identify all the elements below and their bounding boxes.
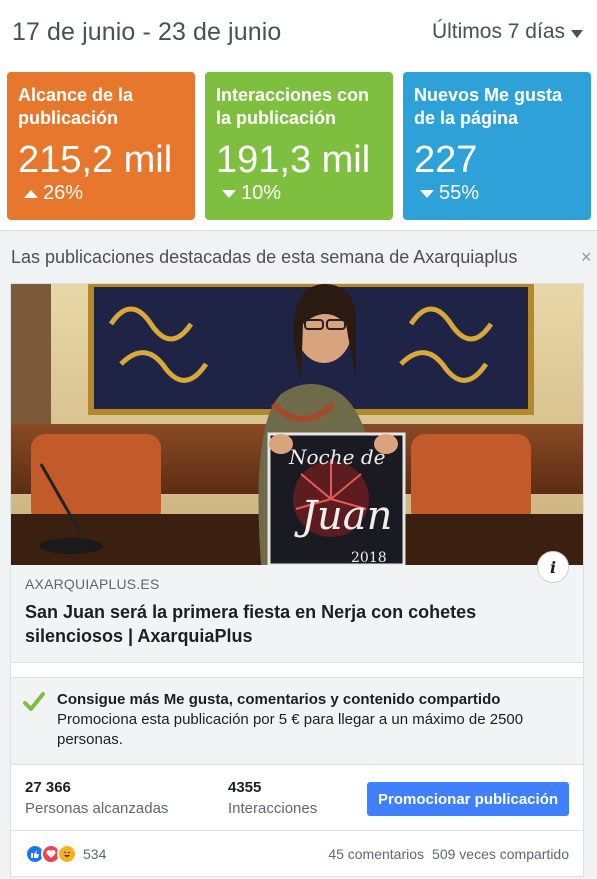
svg-text:2018: 2018 [351,550,387,565]
stat-title: Nuevos Me gusta de la página [414,85,563,128]
reactions-summary[interactable]: 534 [25,843,107,864]
close-icon[interactable]: × [581,247,597,268]
post-card: Noche de Juan 2018 i AXARQUIAPLUS.ES San… [10,283,584,877]
top-posts-panel: Las publicaciones destacadas de esta sem… [0,230,597,879]
panel-title: Las publicaciones destacadas de esta sem… [11,246,518,267]
stat-change-value: 26% [43,182,84,204]
stat-title: Interacciones con la publicación [216,85,370,128]
stat-card-page-likes[interactable]: Nuevos Me gusta de la página 227 55% [403,72,591,220]
check-icon [23,692,45,711]
arrow-down-icon [222,189,236,198]
stat-change-value: 55% [439,182,480,204]
metric-reached: 27 366 Personas alcanzadas [25,779,228,817]
link-preview[interactable]: AXARQUIAPLUS.ES San Juan será la primera… [11,565,583,663]
metric-label: Personas alcanzadas [25,799,169,817]
post-photo-illustration: Noche de Juan 2018 [11,284,583,565]
stat-change: 55% [414,182,581,205]
promo-title: Consigue más Me gusta, comentarios y con… [57,691,501,708]
stat-value: 227 [414,139,478,181]
stat-change-value: 10% [241,182,282,204]
panel-header: Las publicaciones destacadas de esta sem… [0,231,597,283]
arrow-up-icon [24,189,38,198]
arrow-down-icon [420,189,434,198]
link-title[interactable]: San Juan será la primera fiesta en Nerja… [25,600,569,648]
stat-value: 215,2 mil [18,139,173,181]
reaction-count: 534 [83,845,107,862]
post-metrics: 27 366 Personas alcanzadas 4355 Interacc… [11,764,583,830]
stat-title: Alcance de la publicación [18,85,134,128]
period-dropdown[interactable]: Últimos 7 días [432,20,583,44]
svg-text:Noche de: Noche de [288,445,385,469]
info-icon[interactable]: i [537,551,569,583]
stat-change: 10% [216,182,383,205]
date-range: 17 de junio - 23 de junio [12,17,282,46]
promote-post-button[interactable]: Promocionar publicación [367,782,569,816]
engagement-counts: 45 comentarios 509 veces compartido [328,846,569,862]
promo-box: Consigue más Me gusta, comentarios y con… [11,677,583,764]
shares-count[interactable]: 509 veces compartido [432,846,569,862]
link-domain: AXARQUIAPLUS.ES [25,576,160,592]
metric-value: 27 366 [25,778,71,796]
stat-value: 191,3 mil [216,139,371,181]
stats-row: Alcance de la publicación 215,2 mil 26% … [7,72,591,220]
period-label: Últimos 7 días [431,20,565,43]
promo-content: Consigue más Me gusta, comentarios y con… [57,690,569,750]
reactions-bar: 534 45 comentarios 509 veces compartido [11,830,583,876]
post-image[interactable]: Noche de Juan 2018 [11,284,583,565]
stat-change: 26% [18,182,185,205]
svg-text:Juan: Juan [294,493,392,539]
promo-text: Promociona esta publicación por 5 € para… [57,711,524,748]
comments-count[interactable]: 45 comentarios [328,846,424,862]
caret-down-icon [571,29,583,38]
stat-card-reach[interactable]: Alcance de la publicación 215,2 mil 26% [7,72,195,220]
haha-reaction-icon [57,843,77,864]
stat-card-interactions[interactable]: Interacciones con la publicación 191,3 m… [205,72,393,220]
header: 17 de junio - 23 de junio Últimos 7 días [0,0,597,64]
